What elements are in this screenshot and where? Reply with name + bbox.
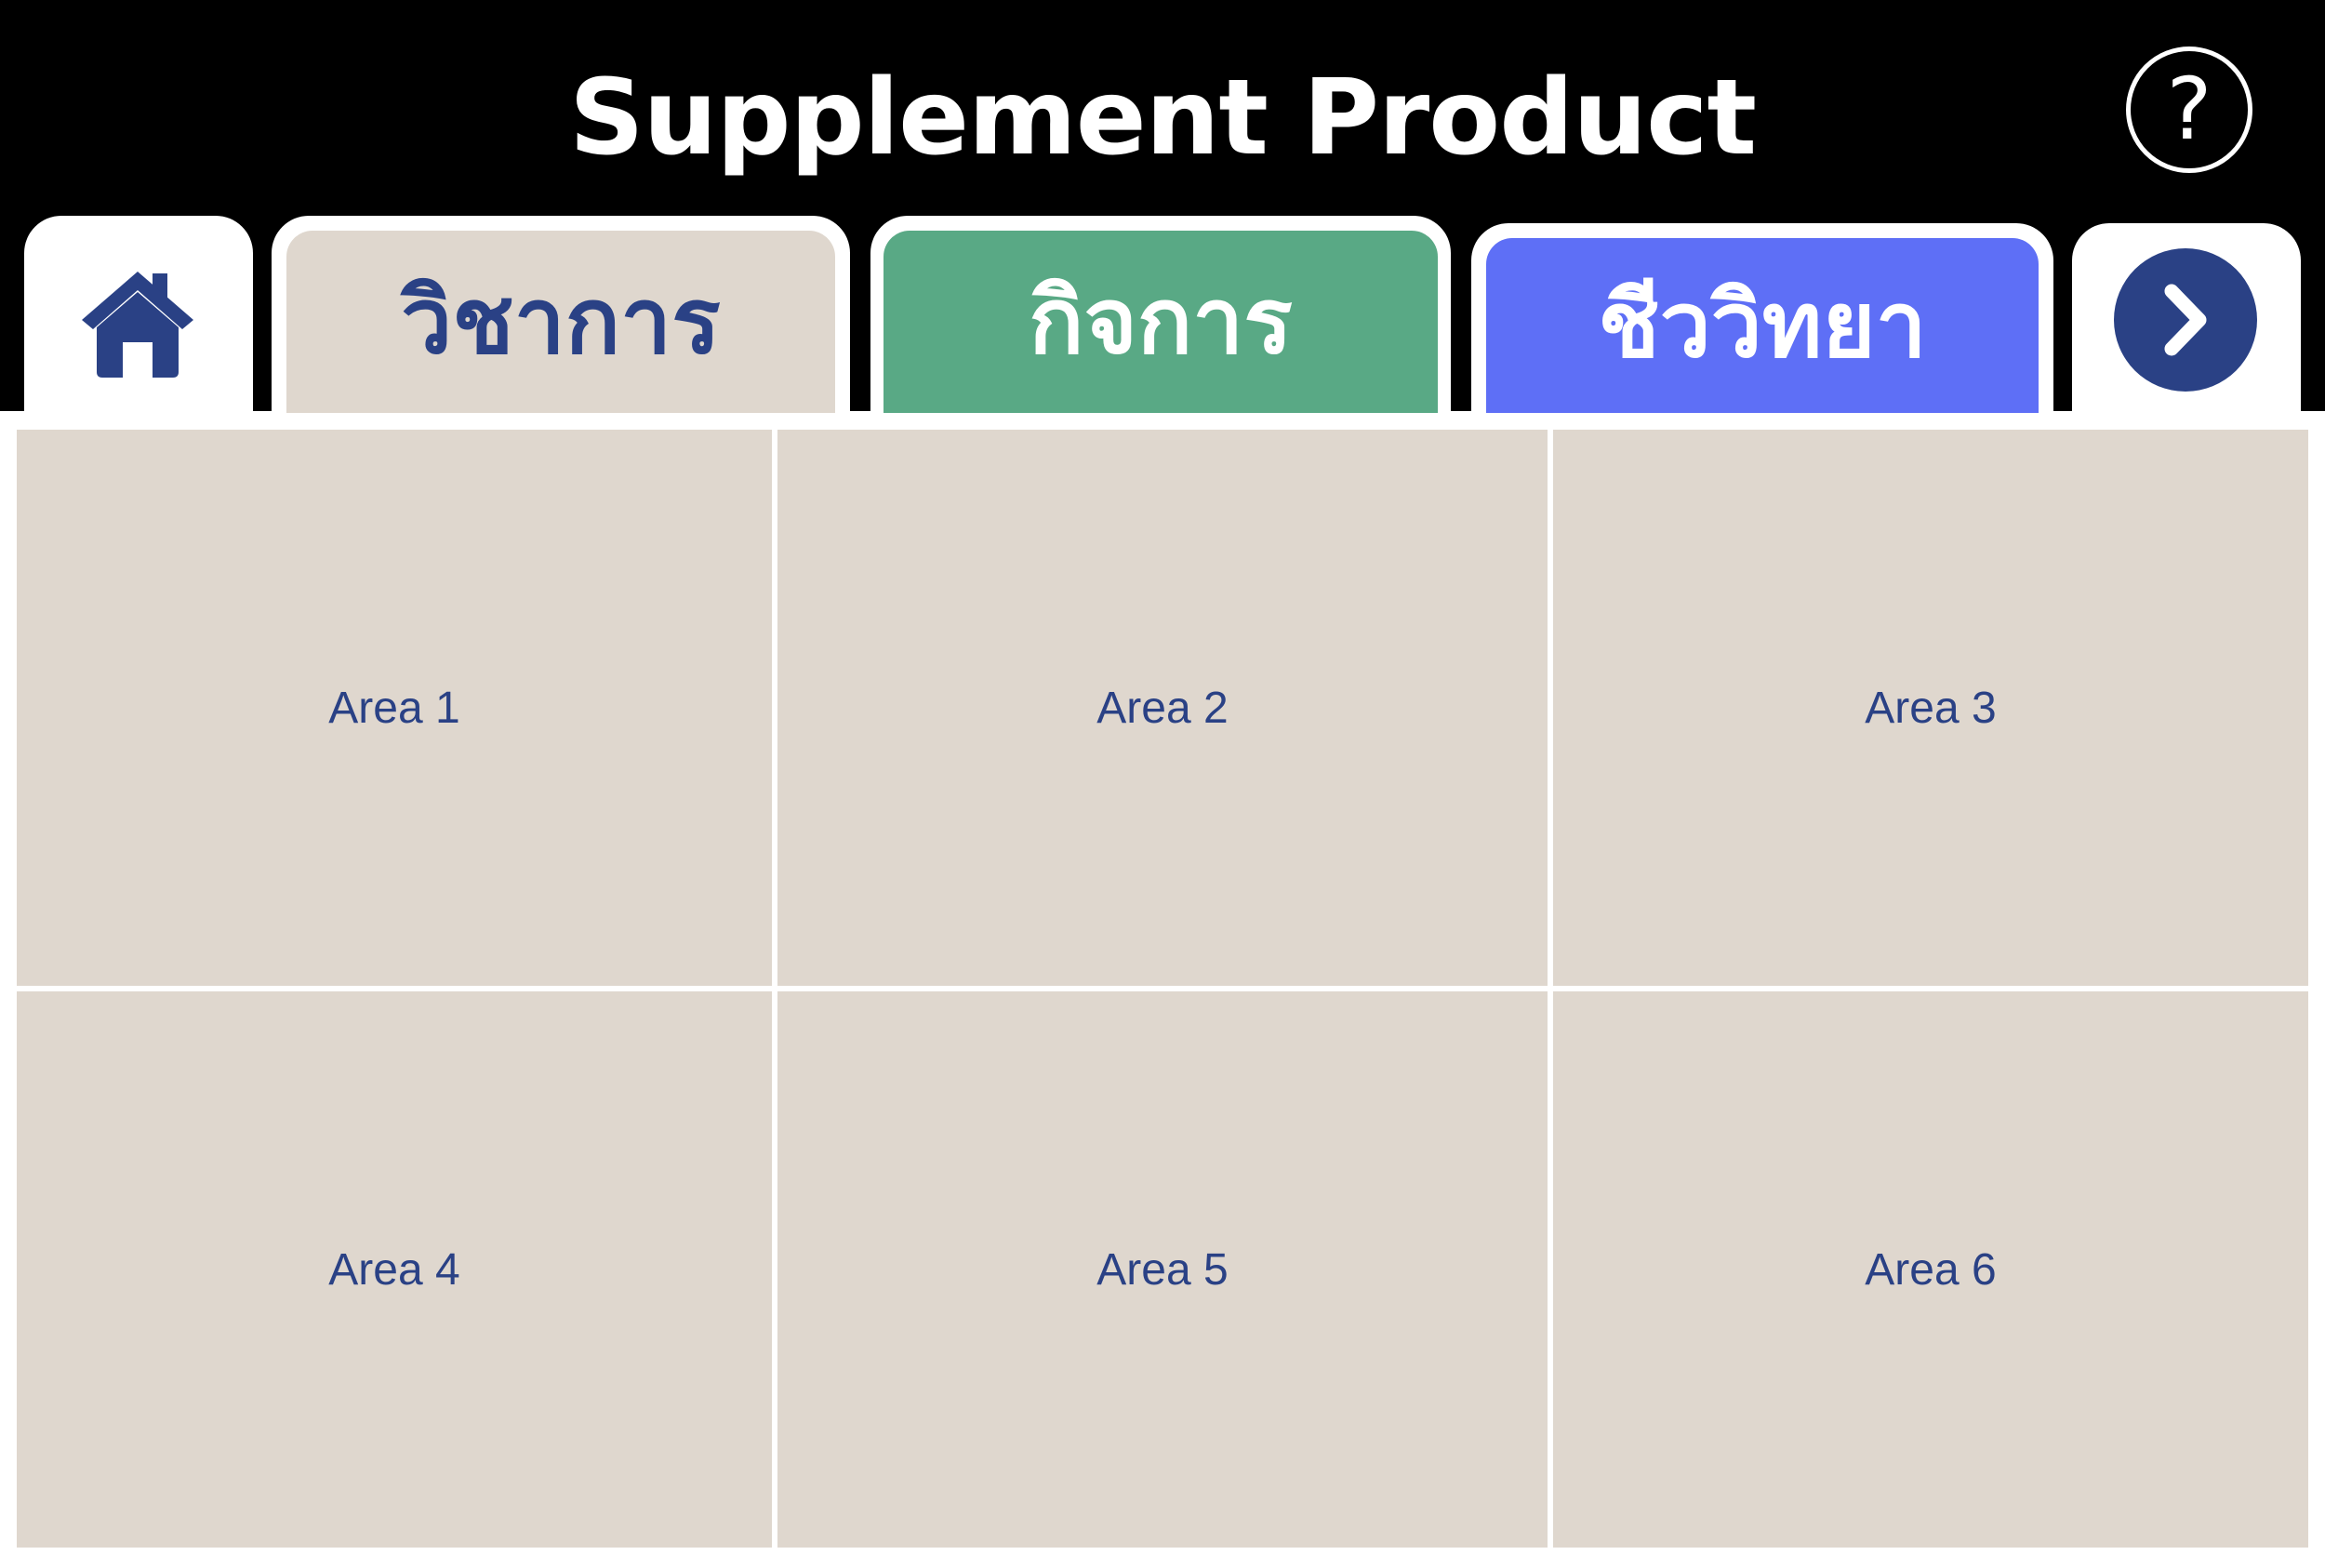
area-6[interactable]: Area 6 — [1553, 991, 2308, 1548]
tab-academic[interactable]: วิชาการ — [272, 216, 850, 413]
tab-next[interactable] — [2072, 223, 2301, 413]
area-1[interactable]: Area 1 — [17, 430, 772, 986]
tab-academic-label: วิชาการ — [286, 231, 835, 413]
area-label: Area 3 — [1865, 683, 1997, 733]
next-button[interactable] — [2114, 248, 2257, 392]
page: Supplement Product ? วิชาการ กิจการ ชีวว… — [0, 0, 2325, 1568]
tab-biology-label: ชีววิทยา — [1486, 238, 2039, 413]
home-icon — [82, 272, 193, 378]
help-button[interactable]: ? — [2126, 47, 2252, 173]
page-title: Supplement Product — [568, 58, 1757, 179]
area-label: Area 4 — [328, 1244, 460, 1295]
question-icon: ? — [2166, 60, 2212, 159]
area-label: Area 2 — [1096, 683, 1229, 733]
area-3[interactable]: Area 3 — [1553, 430, 2308, 986]
area-label: Area 6 — [1865, 1244, 1997, 1295]
area-4[interactable]: Area 4 — [17, 991, 772, 1548]
tab-business[interactable]: กิจการ — [870, 216, 1451, 413]
chevron-right-icon — [2164, 284, 2207, 356]
tab-biology[interactable]: ชีววิทยา — [1471, 223, 2053, 413]
tab-home[interactable] — [24, 216, 253, 413]
area-5[interactable]: Area 5 — [777, 991, 1548, 1548]
area-2[interactable]: Area 2 — [777, 430, 1548, 986]
area-label: Area 5 — [1096, 1244, 1229, 1295]
tab-business-label: กิจการ — [884, 231, 1438, 413]
area-label: Area 1 — [328, 683, 460, 733]
area-grid: Area 1 Area 2 Area 3 Area 4 Area 5 Area … — [17, 430, 2308, 1549]
